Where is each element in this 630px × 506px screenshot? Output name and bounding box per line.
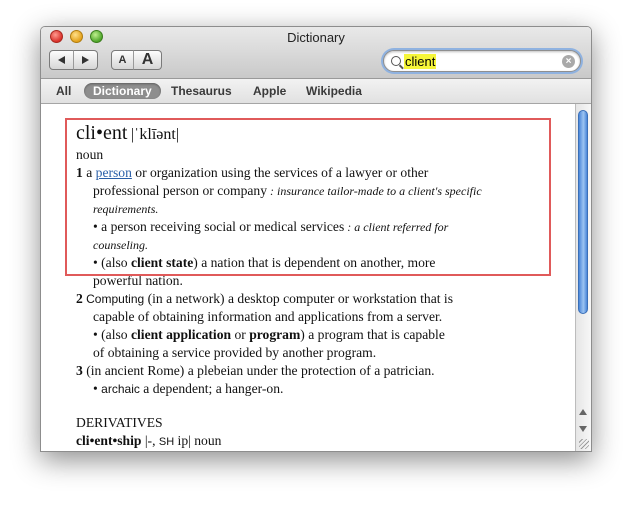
sense-2-sub-cont: of obtaining a service provided by anoth…	[76, 344, 566, 362]
derivative-pronunciation: ip|	[174, 433, 191, 448]
decrease-font-button[interactable]: A	[111, 50, 134, 70]
back-arrow-icon	[58, 56, 65, 64]
part-of-speech: noun	[76, 147, 104, 162]
sense-1-sub-2-cont: powerful nation.	[76, 272, 566, 290]
sense-2: 2 Computing (in a network) a desktop com…	[76, 290, 566, 308]
derivatives-heading: DERIVATIVES	[76, 415, 163, 430]
clear-search-icon[interactable]: ×	[562, 55, 575, 68]
vertical-scrollbar[interactable]	[575, 104, 591, 451]
derivative-pronunciation: |-,	[141, 433, 159, 448]
example-text: counseling.	[93, 238, 148, 252]
derivative: cli•ent•ship |-, SH ip| noun	[76, 432, 566, 451]
sense-text: • (also	[93, 327, 131, 342]
search-icon	[391, 56, 401, 66]
forward-button[interactable]	[73, 50, 98, 70]
variant-term: program	[249, 327, 301, 342]
forward-arrow-icon	[82, 56, 89, 64]
scroll-down-icon[interactable]	[579, 426, 587, 432]
scope-thesaurus[interactable]: Thesaurus	[171, 83, 232, 99]
sense-1-sub-2: • (also client state) a nation that is d…	[76, 254, 566, 272]
sense-text: a	[82, 165, 96, 180]
sense-1: 1 a person or organization using the ser…	[76, 164, 566, 182]
sense-text: • (also	[93, 255, 131, 270]
example-text: requirements.	[93, 202, 159, 216]
sense-text: capable of obtaining information and app…	[93, 309, 443, 324]
scope-all[interactable]: All	[56, 83, 71, 99]
sense-2-cont: capable of obtaining information and app…	[76, 308, 566, 326]
sense-text: or organization using the services of a …	[131, 165, 429, 180]
variant-term: client application	[130, 327, 232, 342]
sense-text: a dependent; a hanger-on.	[139, 381, 284, 396]
search-input[interactable]: client	[404, 54, 437, 69]
sense-1-sub-1-example: counseling.	[76, 236, 566, 254]
sense-number: 3	[76, 363, 83, 378]
sense-text: ) a program that is capable	[300, 327, 445, 342]
dictionary-window: Dictionary A A client × All Dictionary T…	[40, 26, 592, 452]
sense-text: (in a network) a desktop computer or wor…	[144, 291, 453, 306]
increase-font-button[interactable]: A	[133, 50, 162, 70]
sense-text: ) a nation that is dependent on another,…	[193, 255, 436, 270]
derivative-pronunciation: SH	[158, 436, 175, 448]
scope-bar: All Dictionary Thesaurus Apple Wikipedia	[41, 79, 591, 104]
definition-pane: cli•ent |ˈklīənt| noun 1 a person or org…	[41, 104, 576, 451]
derivative-word: cli•ent•ship	[76, 433, 142, 448]
headword: cli•ent	[76, 122, 128, 144]
sense-1-example: requirements.	[76, 200, 566, 218]
window-title: Dictionary	[287, 30, 345, 45]
pronunciation: |ˈklīənt|	[130, 126, 180, 143]
sense-text: (in ancient Rome) a plebeian under the p…	[82, 363, 435, 378]
variant-term: client state	[130, 255, 194, 270]
sense-1-cont: professional person or company : insuran…	[76, 182, 566, 200]
person-link[interactable]: person	[96, 165, 132, 180]
bullet: •	[93, 381, 102, 396]
sense-text: powerful nation.	[93, 273, 183, 288]
example-text: : insurance tailor-made to a client's sp…	[267, 184, 482, 198]
scope-dictionary[interactable]: Dictionary	[84, 83, 161, 99]
sense-3-sub: • archaic a dependent; a hanger-on.	[76, 380, 566, 398]
register-label: archaic	[101, 382, 140, 396]
dictionary-entry: cli•ent |ˈklīənt| noun 1 a person or org…	[76, 120, 566, 451]
back-button[interactable]	[49, 50, 74, 70]
sense-text: • a person receiving social or medical s…	[93, 219, 345, 234]
subject-label: Computing	[82, 292, 145, 306]
scroll-up-icon[interactable]	[579, 409, 587, 415]
sense-text: of obtaining a service provided by anoth…	[93, 345, 377, 360]
resize-grip-icon[interactable]	[579, 439, 589, 449]
sense-text: professional person or company	[93, 183, 268, 198]
scope-apple[interactable]: Apple	[253, 83, 286, 99]
sense-number: 1	[76, 165, 83, 180]
headword-line: cli•ent |ˈklīənt|	[76, 120, 566, 146]
scrollbar-thumb[interactable]	[578, 110, 588, 314]
sense-number: 2	[76, 291, 83, 306]
example-text: : a client referred for	[344, 220, 449, 234]
sense-2-sub: • (also client application or program) a…	[76, 326, 566, 344]
sense-3: 3 (in ancient Rome) a plebeian under the…	[76, 362, 566, 380]
scope-wikipedia[interactable]: Wikipedia	[306, 83, 362, 99]
search-field[interactable]: client ×	[383, 50, 581, 72]
derivative-pos: noun	[190, 433, 222, 448]
title-bar: Dictionary A A client ×	[41, 27, 591, 79]
sense-1-sub-1: • a person receiving social or medical s…	[76, 218, 566, 236]
sense-text: or	[231, 327, 250, 342]
